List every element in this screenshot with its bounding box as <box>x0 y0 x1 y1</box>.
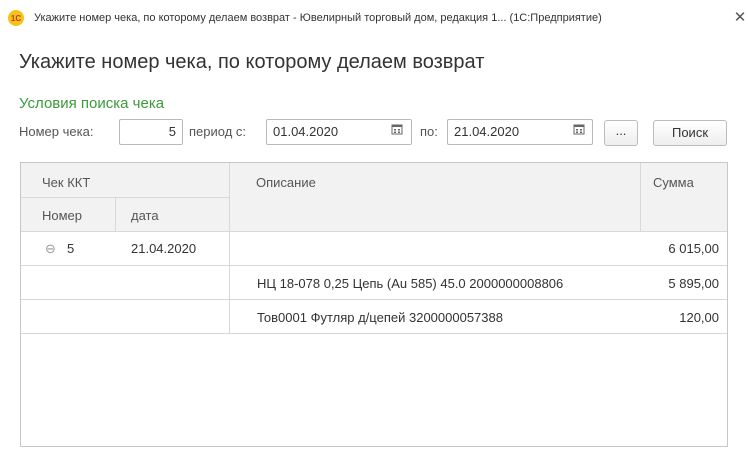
calendar-icon[interactable] <box>386 120 408 144</box>
header-amount[interactable]: Сумма <box>653 175 694 190</box>
column-divider <box>229 163 230 333</box>
period-select-button[interactable]: ... <box>604 120 638 146</box>
row-description: Тов0001 Футляр д/цепей 3200000057388 <box>257 310 503 325</box>
row-divider <box>21 299 727 300</box>
collapse-icon[interactable]: ⊖ <box>45 241 56 257</box>
receipt-number-label: Номер чека: <box>19 124 94 139</box>
app-logo-icon: 1С <box>8 10 24 26</box>
close-icon[interactable]: ✕ <box>732 8 748 28</box>
search-button[interactable]: Поиск <box>653 120 727 146</box>
row-amount: 120,00 <box>679 310 719 325</box>
header-kkt-receipt: Чек ККТ <box>42 175 91 190</box>
header-description[interactable]: Описание <box>256 175 316 190</box>
period-from-label: период с: <box>189 124 247 139</box>
row-amount: 5 895,00 <box>668 276 719 291</box>
header-date[interactable]: дата <box>131 208 159 223</box>
period-to-value: 21.04.2020 <box>454 124 520 139</box>
header-number[interactable]: Номер <box>42 208 82 223</box>
row-amount: 6 015,00 <box>668 241 719 256</box>
row-date: 21.04.2020 <box>131 241 197 256</box>
header-bottom-line <box>21 231 727 232</box>
header-divider <box>21 197 229 198</box>
row-divider <box>21 333 727 334</box>
receipts-table[interactable]: Чек ККТ Номер дата Описание Сумма ⊖ 5 21… <box>20 162 728 447</box>
column-divider <box>640 163 641 231</box>
title-bar: 1С Укажите номер чека, по которому делае… <box>0 0 748 36</box>
row-description: НЦ 18-078 0,25 Цепь (Au 585) 45.0 200000… <box>257 276 564 291</box>
period-from-value: 01.04.2020 <box>273 124 339 139</box>
form-title: Укажите номер чека, по которому делаем в… <box>19 51 485 73</box>
row-divider <box>21 265 727 266</box>
receipt-number-input[interactable]: 5 <box>119 119 183 145</box>
window-title: Укажите номер чека, по которому делаем в… <box>34 12 602 24</box>
column-divider <box>115 197 116 231</box>
row-number: 5 <box>67 241 75 256</box>
dialog-window: 1С Укажите номер чека, по которому делае… <box>0 0 748 456</box>
calendar-icon[interactable] <box>568 120 590 144</box>
period-to-label: по: <box>420 124 438 139</box>
search-conditions-title: Условия поиска чека <box>19 95 165 112</box>
